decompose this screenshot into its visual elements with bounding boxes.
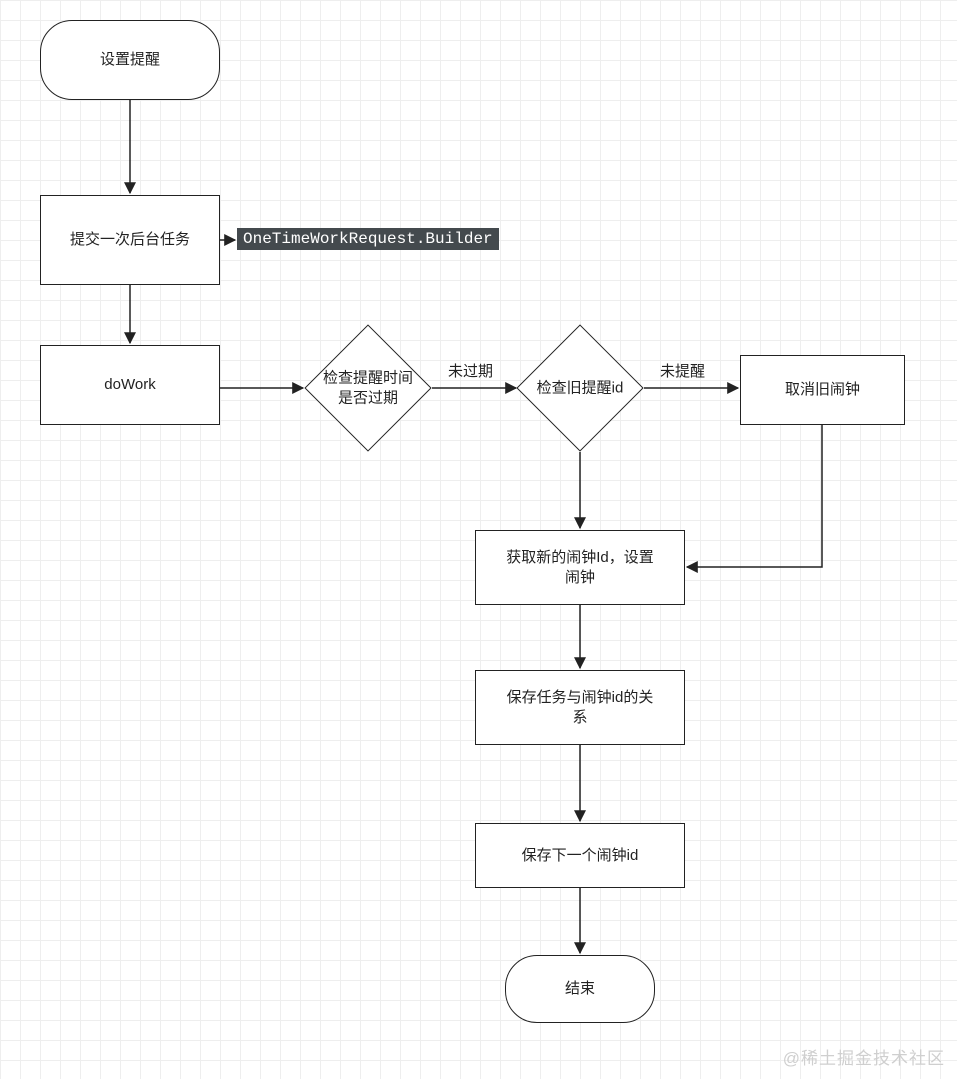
node-start: 设置提醒: [40, 20, 220, 100]
node-save-next-label: 保存下一个闹钟id: [522, 846, 639, 866]
edge-cancel-getnew: [687, 425, 822, 567]
node-check-time-label: 检查提醒时间 是否过期: [323, 369, 413, 408]
code-annotation-text: OneTimeWorkRequest.Builder: [243, 230, 493, 248]
node-save-next-id: 保存下一个闹钟id: [475, 823, 685, 888]
node-start-label: 设置提醒: [100, 50, 160, 70]
node-check-old-label: 检查旧提醒id: [537, 378, 624, 398]
edge-label-not-reminded: 未提醒: [660, 360, 705, 381]
node-end: 结束: [505, 955, 655, 1023]
node-cancel-old-label: 取消旧闹钟: [785, 380, 860, 400]
node-cancel-old-alarm: 取消旧闹钟: [740, 355, 905, 425]
node-get-new-alarm: 获取新的闹钟Id，设置 闹钟: [475, 530, 685, 605]
node-submit-task: 提交一次后台任务: [40, 195, 220, 285]
code-annotation: OneTimeWorkRequest.Builder: [237, 228, 499, 250]
node-save-relation-label: 保存任务与闹钟id的关 系: [507, 688, 654, 727]
edge-label-not-expired: 未过期: [448, 360, 493, 381]
node-dowork: doWork: [40, 345, 220, 425]
node-dowork-label: doWork: [104, 375, 155, 395]
node-save-relation: 保存任务与闹钟id的关 系: [475, 670, 685, 745]
node-submit-label: 提交一次后台任务: [70, 230, 190, 250]
node-check-time: 检查提醒时间 是否过期: [323, 343, 413, 433]
watermark: @稀土掘金技术社区: [783, 1044, 945, 1069]
node-get-new-label: 获取新的闹钟Id，设置 闹钟: [506, 548, 654, 587]
node-end-label: 结束: [565, 979, 595, 999]
node-check-old-id: 检查旧提醒id: [535, 343, 625, 433]
